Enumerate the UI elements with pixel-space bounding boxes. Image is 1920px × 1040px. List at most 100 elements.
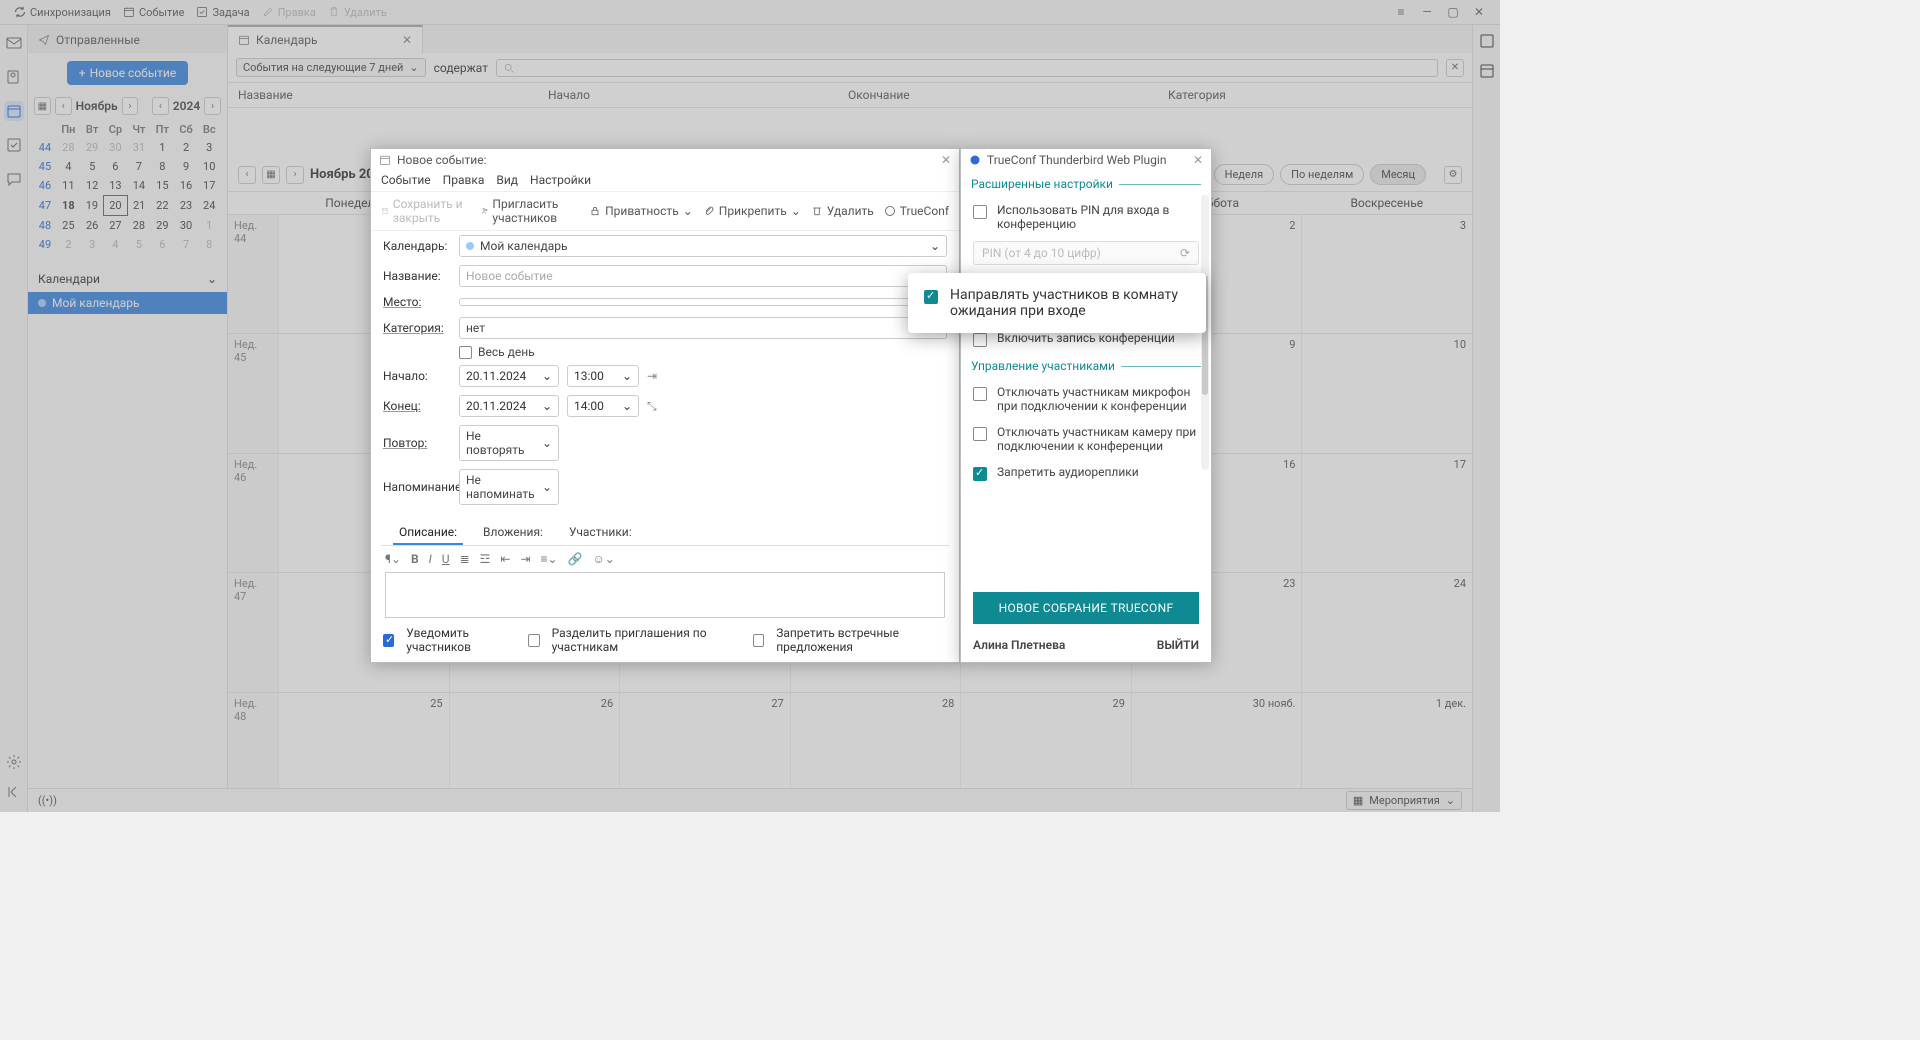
collapse-icon[interactable] — [4, 782, 24, 802]
start-date[interactable]: 20.11.2024⌄ — [459, 365, 559, 387]
mute-cam-row[interactable]: Отключать участникам камеру при подключе… — [961, 419, 1211, 459]
prev-icon[interactable]: ‹ — [238, 166, 256, 184]
notify-checkbox[interactable] — [383, 634, 394, 647]
mute-mic-checkbox[interactable] — [973, 387, 987, 401]
indent-icon[interactable]: ⇥ — [520, 552, 530, 566]
use-pin-row[interactable]: Использовать PIN для входа в конференцию — [961, 197, 1211, 237]
day-cell[interactable]: 24 — [1301, 573, 1472, 691]
mini-cal-mode-icon[interactable]: ▦ — [34, 97, 51, 115]
minimize-icon[interactable]: — — [1414, 3, 1440, 21]
mail-icon[interactable] — [4, 33, 24, 53]
invite-button[interactable]: Пригласить участников — [481, 197, 579, 225]
view-week[interactable]: Неделя — [1214, 164, 1275, 185]
calendar-tab-icon[interactable] — [4, 101, 24, 121]
col-name[interactable]: Название — [238, 88, 548, 102]
new-event-button[interactable]: +Новое событие — [67, 61, 188, 85]
outdent-icon[interactable]: ⇤ — [500, 552, 510, 566]
calendar-list-item[interactable]: Мой календарь — [28, 292, 227, 314]
next-icon[interactable]: › — [286, 166, 304, 184]
forbid-checkbox[interactable] — [753, 634, 764, 647]
view-settings-icon[interactable]: ⚙ — [1444, 166, 1462, 184]
pin-input[interactable]: PIN (от 4 до 10 цифр)⟳ — [973, 241, 1199, 265]
chat-icon[interactable] — [4, 169, 24, 189]
waiting-room-checkbox[interactable] — [924, 290, 938, 304]
repeat-select[interactable]: Не повторять⌄ — [459, 425, 559, 461]
day-cell[interactable]: 3 — [1301, 215, 1472, 333]
end-time[interactable]: 14:00⌄ — [567, 395, 639, 417]
forbid-audio-checkbox[interactable] — [973, 467, 987, 481]
close-icon[interactable]: ✕ — [1466, 3, 1492, 21]
task-button[interactable]: Задача — [190, 4, 255, 21]
menu-settings[interactable]: Настройки — [530, 173, 591, 187]
new-meeting-button[interactable]: НОВОЕ СОБРАНИЕ TRUECONF — [973, 592, 1199, 624]
menu-view[interactable]: Вид — [496, 173, 518, 187]
allday-checkbox[interactable] — [459, 346, 472, 359]
settings-icon[interactable] — [4, 752, 24, 772]
tab-calendar[interactable]: Календарь✕ — [228, 25, 423, 53]
mute-cam-checkbox[interactable] — [973, 427, 987, 441]
trueconf-button[interactable]: TrueConf — [884, 204, 949, 218]
close-icon[interactable]: ✕ — [402, 33, 412, 47]
filter-search[interactable] — [496, 59, 1438, 77]
month-prev-icon[interactable]: ‹ — [55, 97, 72, 115]
tab-sent[interactable]: Отправленные — [28, 25, 228, 53]
link-icon[interactable]: 🔗 — [568, 552, 583, 566]
forbid-audio-row[interactable]: Запретить аудиореплики — [961, 459, 1211, 487]
menu-event[interactable]: Событие — [381, 173, 431, 187]
col-category[interactable]: Категория — [1168, 88, 1462, 102]
right-pane-icon-1[interactable] — [1479, 33, 1495, 49]
calendars-header[interactable]: Календари⌄ — [28, 266, 227, 292]
mini-calendar[interactable]: ПнВтСрЧтПтСбВс44282930311234545678910461… — [28, 119, 227, 256]
close-icon[interactable]: ✕ — [1193, 153, 1203, 167]
col-start[interactable]: Начало — [548, 88, 848, 102]
tasks-icon[interactable] — [4, 135, 24, 155]
view-month[interactable]: Месяц — [1370, 164, 1426, 185]
use-pin-checkbox[interactable] — [973, 205, 987, 219]
description-textarea[interactable] — [385, 572, 945, 618]
month-next-icon[interactable]: › — [122, 97, 139, 115]
tab-description[interactable]: Описание: — [393, 521, 463, 545]
delete-event-button[interactable]: Удалить — [811, 204, 874, 218]
emoji-icon[interactable]: ☺⌄ — [593, 552, 615, 566]
paragraph-icon[interactable]: ¶⌄ — [385, 552, 401, 566]
year-next-icon[interactable]: › — [204, 97, 221, 115]
menu-icon[interactable]: ≡ — [1388, 3, 1414, 21]
close-filter-icon[interactable]: ✕ — [1446, 59, 1464, 77]
align-icon[interactable]: ≡⌄ — [541, 552, 558, 566]
scope-select[interactable]: События на следующие 7 дней⌄ — [236, 58, 426, 77]
ol-icon[interactable]: ☲ — [480, 552, 491, 566]
category-select[interactable]: нет — [459, 317, 947, 339]
year-prev-icon[interactable]: ‹ — [152, 97, 169, 115]
day-cell[interactable]: 17 — [1301, 454, 1472, 572]
tab-attendees[interactable]: Участники: — [563, 521, 638, 545]
bold-icon[interactable]: B — [411, 552, 419, 566]
contacts-icon[interactable] — [4, 67, 24, 87]
link-icon[interactable]: ⤡ — [647, 399, 657, 414]
end-date[interactable]: 20.11.2024⌄ — [459, 395, 559, 417]
split-checkbox[interactable] — [528, 634, 539, 647]
underline-icon[interactable]: U — [442, 552, 450, 566]
record-checkbox[interactable] — [973, 333, 987, 347]
refresh-icon[interactable]: ⟳ — [1180, 246, 1190, 260]
tab-attachments[interactable]: Вложения: — [477, 521, 549, 545]
today-icon[interactable]: ▦ — [262, 166, 280, 184]
event-button[interactable]: Событие — [117, 4, 191, 21]
title-input[interactable]: Новое событие — [459, 265, 947, 287]
logout-button[interactable]: ВЫЙТИ — [1157, 638, 1199, 652]
day-cell[interactable]: 10 — [1301, 334, 1472, 452]
maximize-icon[interactable]: ▢ — [1440, 3, 1466, 21]
remind-select[interactable]: Не напоминать⌄ — [459, 469, 559, 505]
link-icon[interactable]: ⇥ — [647, 369, 657, 383]
start-time[interactable]: 13:00⌄ — [567, 365, 639, 387]
waiting-room-callout[interactable]: Направлять участников в комнату ожидания… — [908, 273, 1206, 333]
view-multiweek[interactable]: По неделям — [1280, 164, 1364, 185]
right-pane-icon-2[interactable] — [1479, 63, 1495, 79]
privacy-button[interactable]: Приватность ⌄ — [589, 204, 693, 218]
sync-button[interactable]: Синхронизация — [8, 4, 117, 21]
attach-button[interactable]: Прикрепить ⌄ — [703, 204, 801, 218]
italic-icon[interactable]: I — [429, 552, 432, 566]
mute-mic-row[interactable]: Отключать участникам микрофон при подклю… — [961, 379, 1211, 419]
events-filter[interactable]: ▦ Мероприятия ⌄ — [1346, 791, 1462, 810]
ul-icon[interactable]: ≣ — [460, 552, 470, 566]
location-input[interactable] — [459, 298, 947, 306]
